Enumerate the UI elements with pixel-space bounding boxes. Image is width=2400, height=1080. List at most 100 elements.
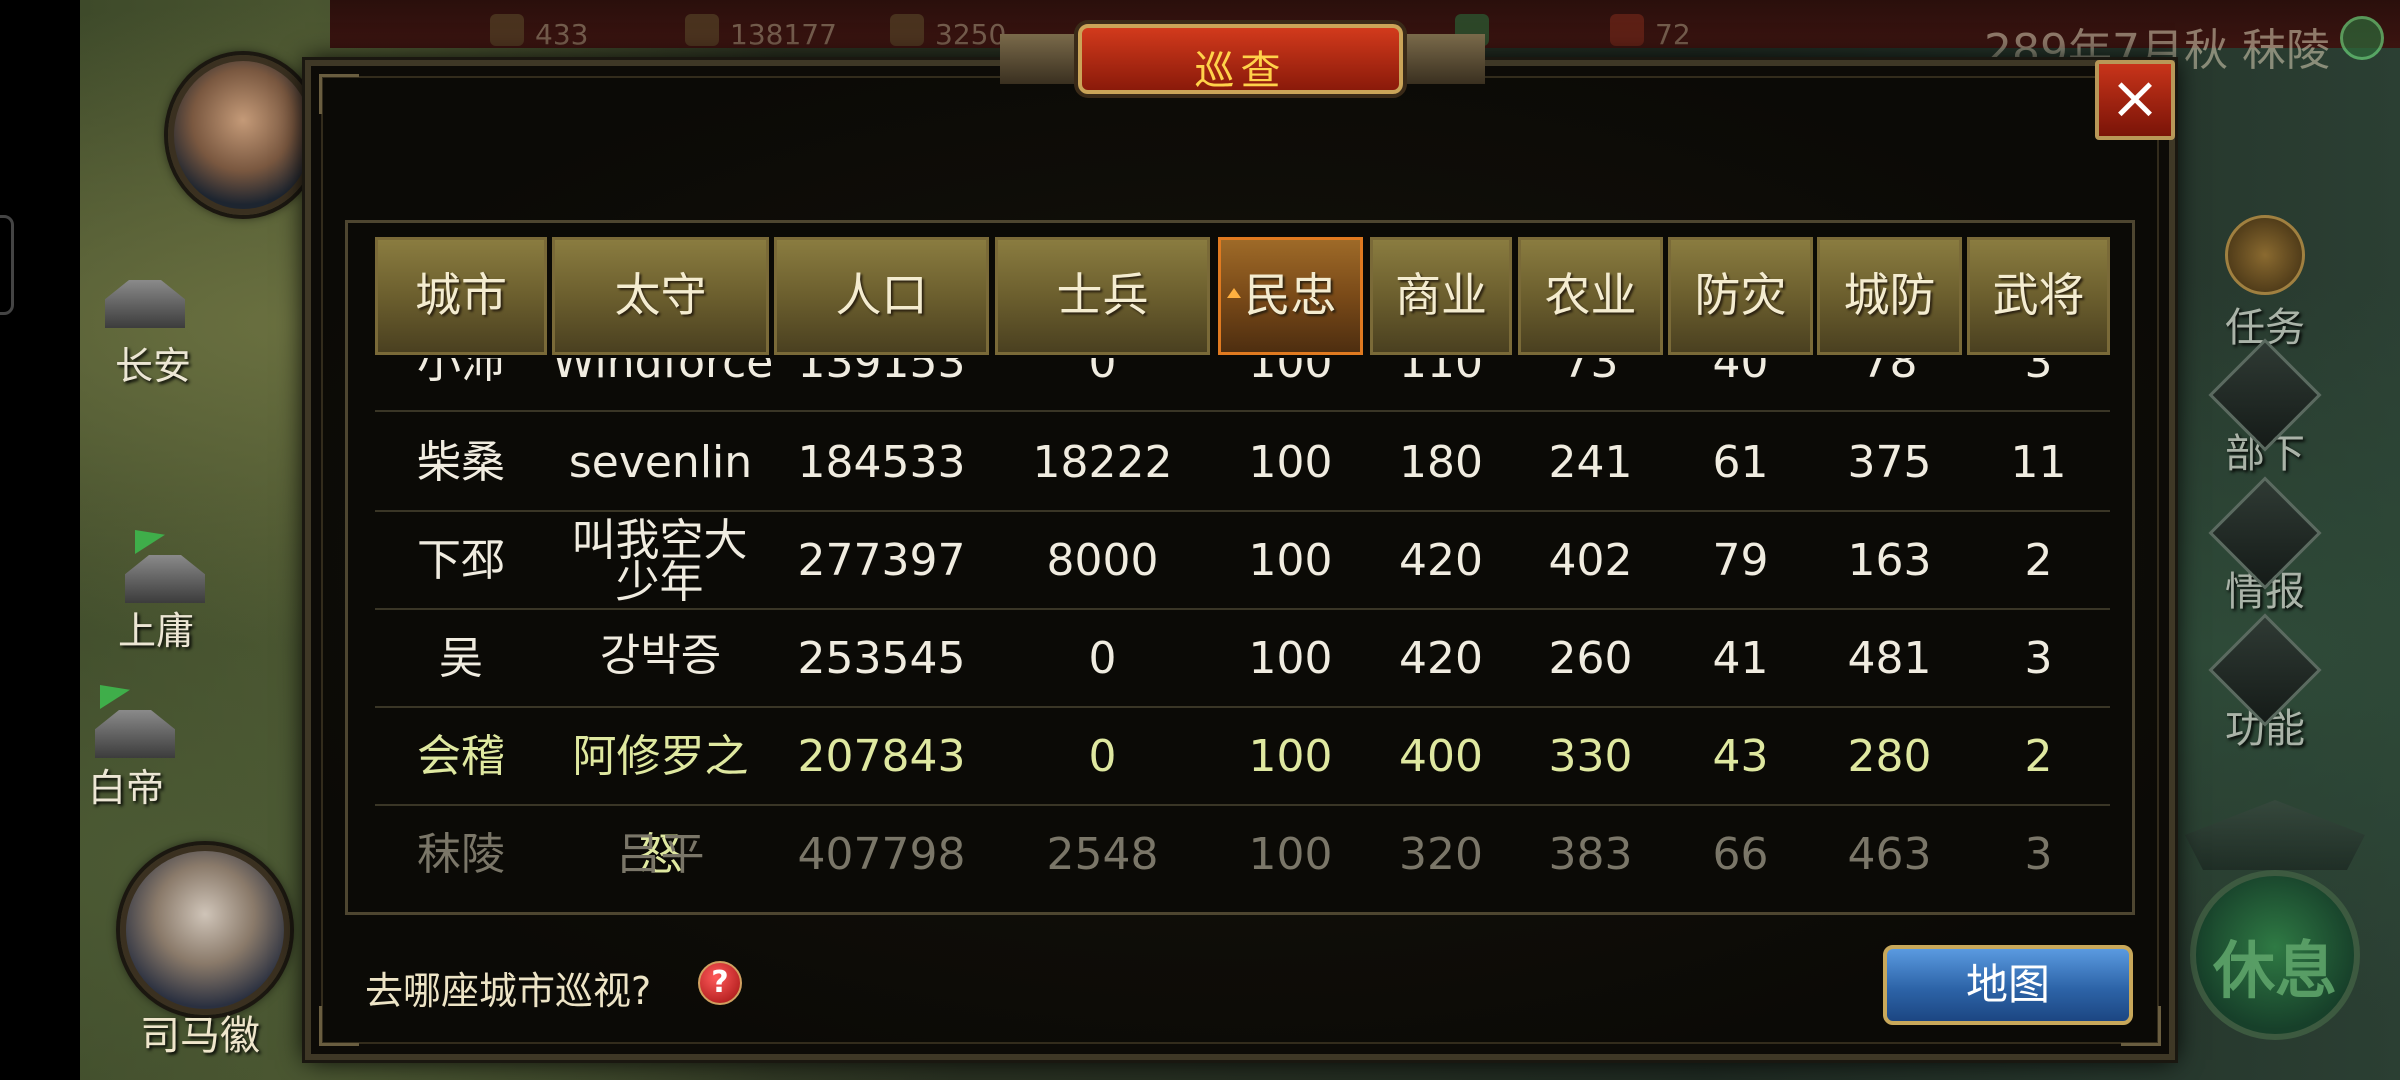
cell-commerce: 400 xyxy=(1399,731,1483,782)
cell-disaster-prevention: 66 xyxy=(1712,829,1769,880)
network-status-icon[interactable] xyxy=(2340,16,2384,60)
cell-population: 184533 xyxy=(797,437,966,488)
cell-defense: 481 xyxy=(1847,633,1932,684)
cell-disaster-prevention: 41 xyxy=(1712,633,1769,684)
cell-disaster-prevention: 61 xyxy=(1712,437,1769,488)
cell-defense: 163 xyxy=(1847,535,1932,586)
column-header-defense[interactable]: 城防 xyxy=(1817,237,1962,355)
column-header-city[interactable]: 城市 xyxy=(375,237,547,355)
cell-agriculture: 330 xyxy=(1548,731,1633,782)
cell-loyalty: 100 xyxy=(1248,731,1333,782)
cell-generals: 11 xyxy=(2010,437,2067,488)
quest-icon xyxy=(2225,215,2305,295)
column-header-governor[interactable]: 太守 xyxy=(552,237,769,355)
cell-defense: 463 xyxy=(1847,829,1932,880)
table-row[interactable]: 会稽 阿修罗之怒 207843 0 100 400 330 43 280 2 xyxy=(375,708,2110,880)
cell-commerce: 110 xyxy=(1399,358,1483,388)
cell-city: 柴桑 xyxy=(417,437,505,488)
cell-governor: 吕平 xyxy=(616,829,705,880)
cell-population: 407798 xyxy=(797,829,966,880)
ruler-portrait-avatar[interactable] xyxy=(168,55,318,215)
column-header-disaster-prevention[interactable]: 防灾 xyxy=(1668,237,1813,355)
title-wing-left xyxy=(1000,34,1090,84)
cell-commerce: 180 xyxy=(1399,437,1483,488)
map-button[interactable]: 地图 xyxy=(1883,945,2133,1025)
table-body: 小沛 Windforce 139153 0 100 110 73 40 78 3… xyxy=(375,358,2110,898)
menu-intel[interactable]: 情报 xyxy=(2208,476,2322,617)
cell-defense: 375 xyxy=(1847,437,1932,488)
table-row[interactable]: 柴桑 sevenlin 184533 18222 100 180 241 61 … xyxy=(375,414,2110,512)
table-row[interactable]: 秣陵 吕平 407798 2548 100 320 383 66 463 3 xyxy=(375,806,2110,898)
cell-soldiers: 0 xyxy=(1088,358,1117,388)
city-label-shangyong[interactable]: 上庸 xyxy=(118,600,194,655)
menu-quest[interactable]: 任务 xyxy=(2210,215,2320,353)
column-header-loyalty[interactable]: 民忠 xyxy=(1218,237,1363,355)
title-wing-right xyxy=(1395,34,1485,84)
cell-generals: 3 xyxy=(2024,829,2053,880)
resource-grain: 3250 xyxy=(935,18,1007,51)
cell-governor: 강박증 xyxy=(599,630,722,681)
cell-governor: sevenlin xyxy=(568,437,753,488)
cell-soldiers: 2548 xyxy=(1046,829,1159,880)
cell-loyalty: 100 xyxy=(1248,358,1333,388)
sort-up-icon xyxy=(1227,288,1241,298)
cell-disaster-prevention: 40 xyxy=(1712,358,1769,388)
cell-governor: Windforce xyxy=(552,358,774,388)
cell-generals: 3 xyxy=(2024,633,2053,684)
cell-soldiers: 18222 xyxy=(1032,437,1173,488)
cell-generals: 2 xyxy=(2024,535,2053,586)
patrol-prompt: 去哪座城市巡视? xyxy=(365,969,652,1013)
cell-population: 207843 xyxy=(797,731,966,782)
city-table: 城市 太守 人口 士兵 民忠 商业 农业 防灾 城防 武将 小沛 Windfor… xyxy=(345,220,2135,915)
advisor-name: 司马徽 xyxy=(140,1013,260,1059)
cell-agriculture: 73 xyxy=(1562,358,1619,388)
city-label-baidi[interactable]: 白帝 xyxy=(88,757,164,812)
rest-button-label: 休息 xyxy=(2212,934,2337,1007)
column-header-agriculture[interactable]: 农业 xyxy=(1518,237,1663,355)
cell-disaster-prevention: 43 xyxy=(1712,731,1769,782)
gold-icon xyxy=(685,14,719,46)
frame-corner xyxy=(319,1006,359,1046)
dialog-title-plate: 巡查 xyxy=(1078,24,1403,94)
city-label-changan[interactable]: 长安 xyxy=(115,335,191,390)
cell-loyalty: 100 xyxy=(1248,829,1333,880)
column-header-population[interactable]: 人口 xyxy=(774,237,989,355)
frame-corner xyxy=(319,74,359,114)
help-icon[interactable]: ? xyxy=(698,961,742,1005)
device-bezel xyxy=(0,0,80,1080)
cell-city: 秣陵 xyxy=(417,829,505,880)
column-header-generals[interactable]: 武将 xyxy=(1967,237,2110,355)
column-header-loyalty-label: 民忠 xyxy=(1244,268,1337,322)
cell-disaster-prevention: 79 xyxy=(1712,535,1769,586)
column-header-soldiers[interactable]: 士兵 xyxy=(995,237,1210,355)
cell-defense: 280 xyxy=(1847,731,1932,782)
table-row[interactable]: 下邳 叫我空大少年 277397 8000 100 420 402 79 163… xyxy=(375,512,2110,610)
cell-soldiers: 0 xyxy=(1088,731,1117,782)
cell-agriculture: 260 xyxy=(1548,633,1633,684)
table-row[interactable]: 小沛 Windforce 139153 0 100 110 73 40 78 3 xyxy=(375,358,2110,412)
cell-loyalty: 100 xyxy=(1248,535,1333,586)
cell-city: 会稽 xyxy=(417,731,505,782)
resource-soldiers: 433 xyxy=(535,18,589,51)
cell-loyalty: 100 xyxy=(1248,437,1333,488)
cell-city: 下邳 xyxy=(417,535,505,586)
cell-city: 小沛 xyxy=(417,358,505,388)
table-row[interactable]: 吴 강박증 253545 0 100 420 260 41 481 3 xyxy=(375,610,2110,708)
cell-commerce: 320 xyxy=(1399,829,1483,880)
column-header-commerce[interactable]: 商业 xyxy=(1370,237,1512,355)
token-icon xyxy=(1610,14,1644,46)
cell-city: 吴 xyxy=(439,633,483,684)
cell-soldiers: 8000 xyxy=(1046,535,1159,586)
cell-governor: 阿修罗之怒 xyxy=(572,731,749,880)
cell-generals: 3 xyxy=(2024,358,2053,388)
cell-generals: 2 xyxy=(2024,731,2053,782)
menu-subordinates[interactable]: 部下 xyxy=(2208,338,2322,479)
menu-functions[interactable]: 功能 xyxy=(2208,613,2322,754)
cell-defense: 78 xyxy=(1861,358,1918,388)
advisor-portrait-avatar[interactable] xyxy=(120,845,290,1015)
rest-button[interactable]: 休息 xyxy=(2190,870,2360,1040)
close-button[interactable]: × xyxy=(2095,60,2175,140)
grain-icon xyxy=(890,14,924,46)
bezel-notch xyxy=(0,215,14,315)
cell-commerce: 420 xyxy=(1399,633,1483,684)
